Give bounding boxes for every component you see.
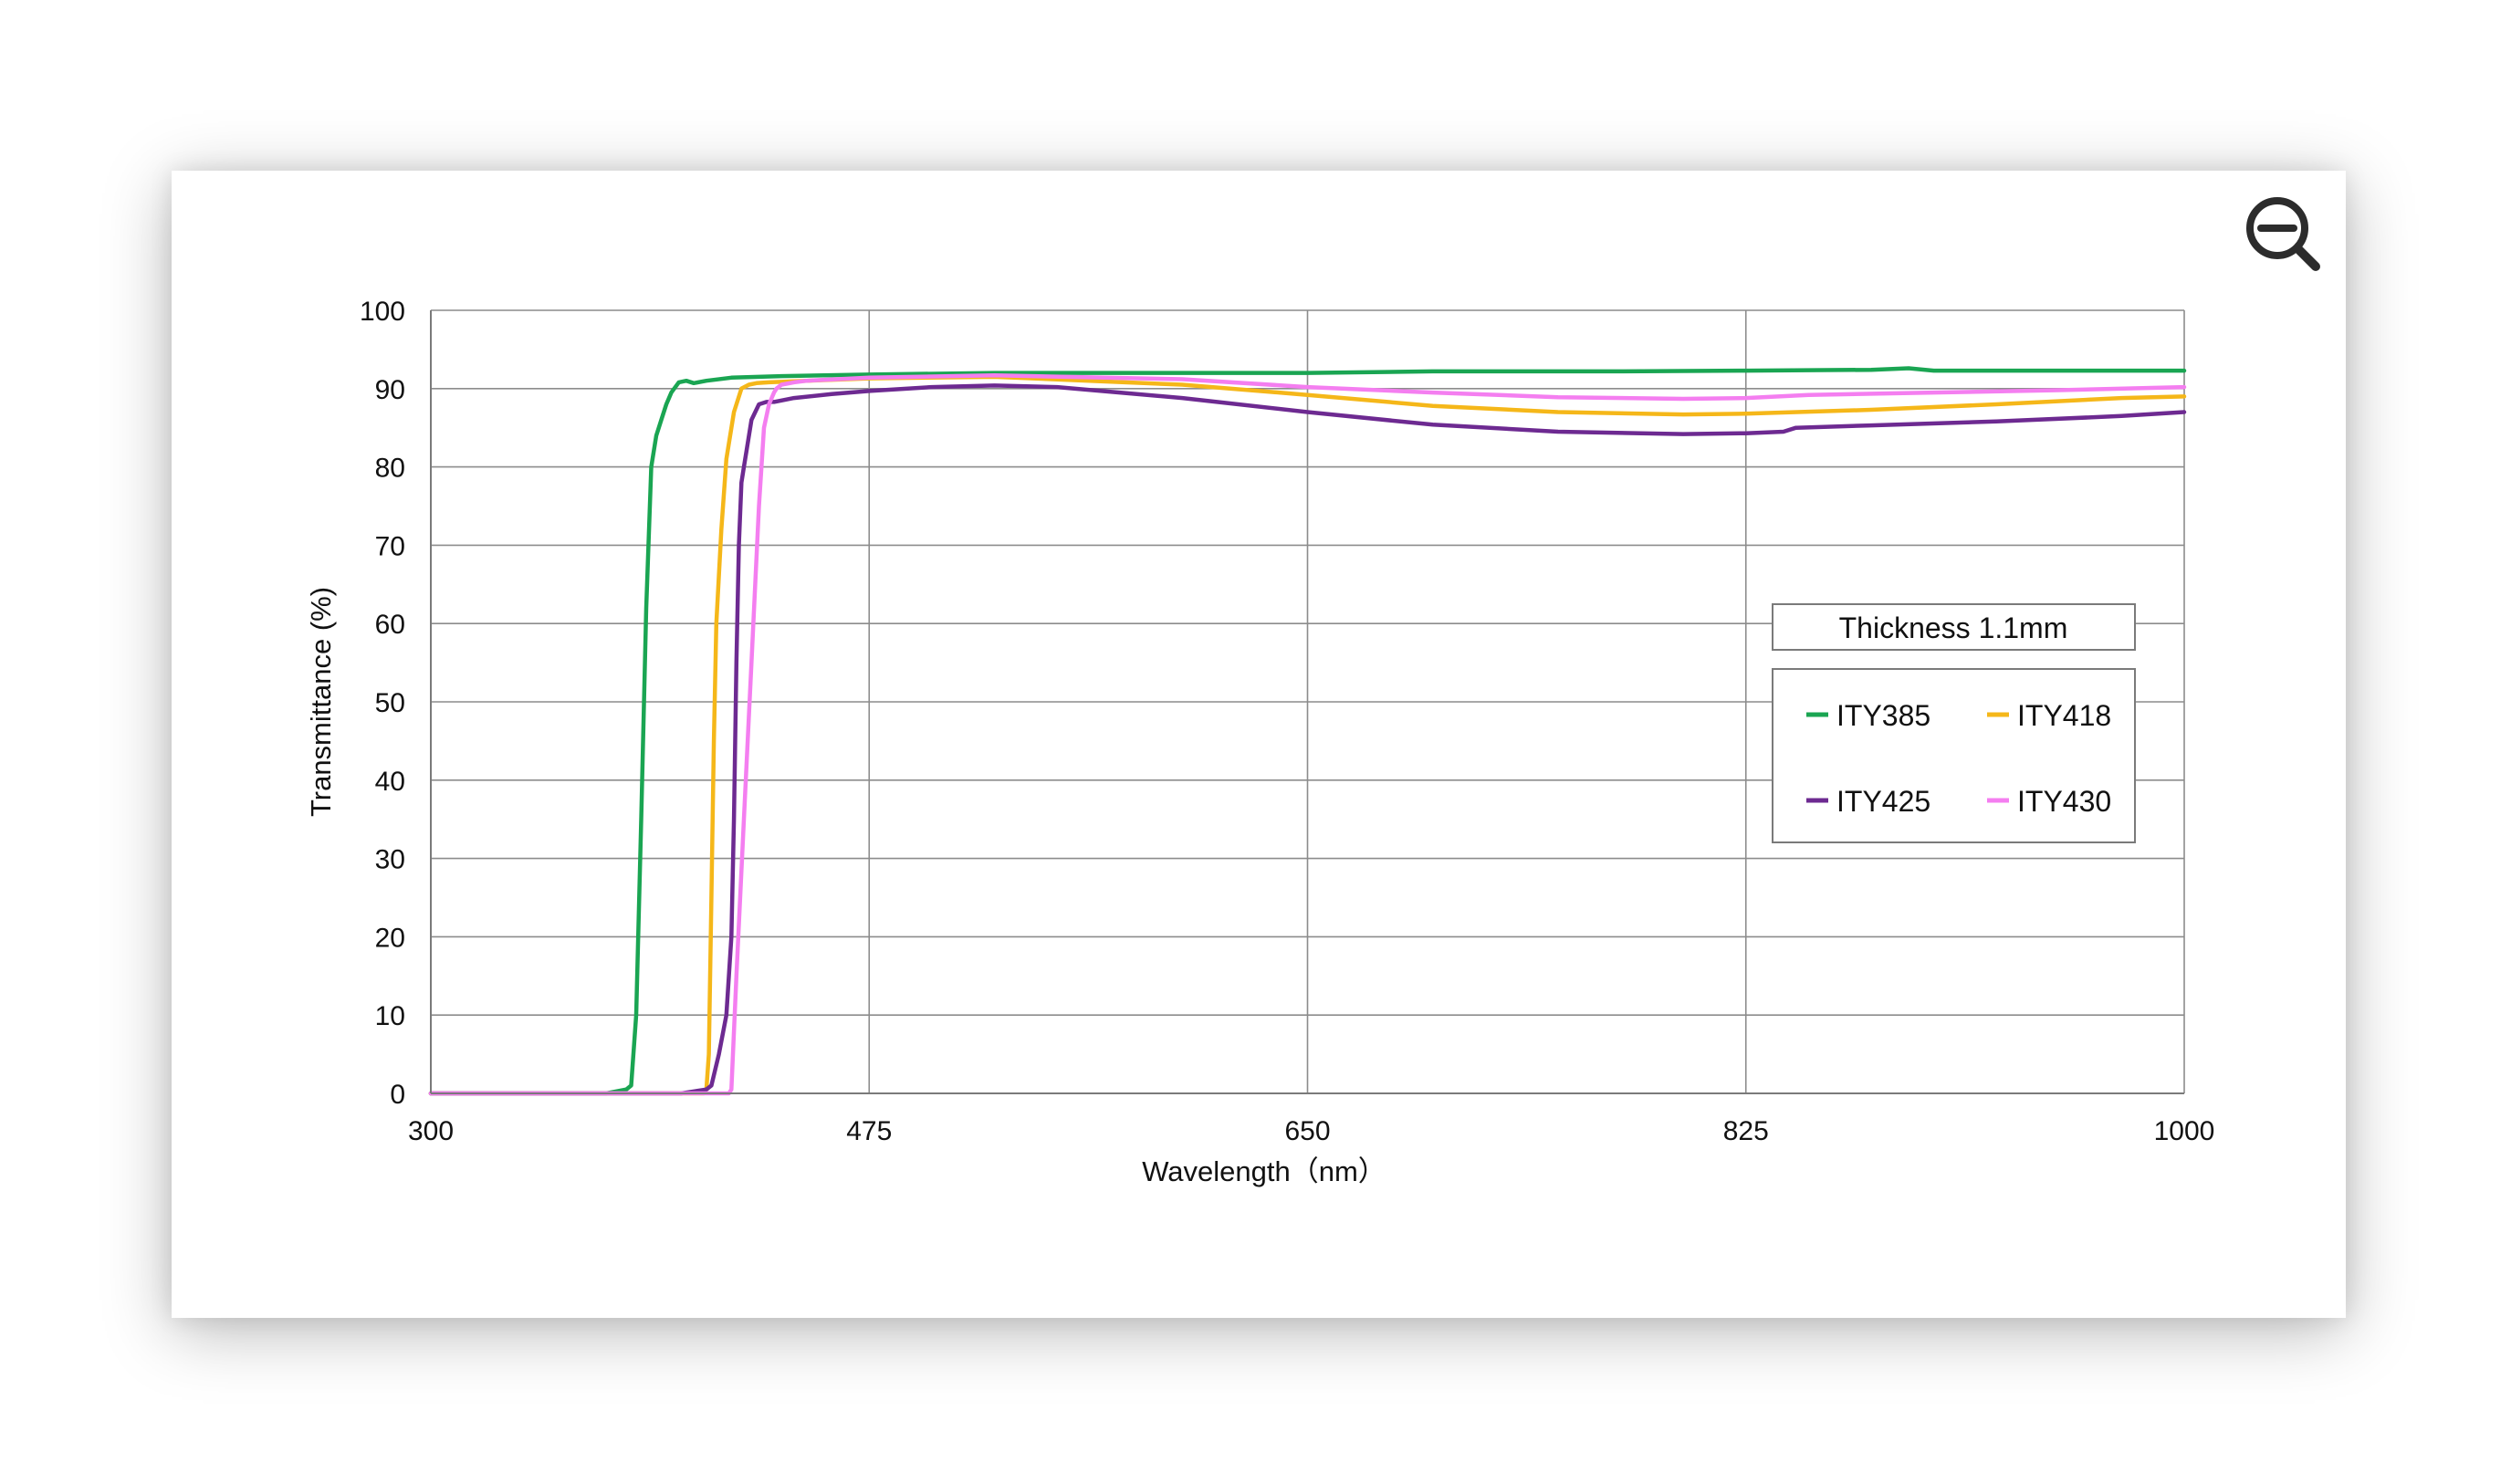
y-tick-label: 60 [375,610,405,640]
y-tick-label: 0 [390,1080,405,1110]
zoom-out-icon [2246,197,2320,271]
y-tick-label: 50 [375,688,405,718]
transmittance-chart: 0 10 20 30 40 50 60 70 80 90 100 300 475 650 825 1000 W… [305,297,2215,1187]
x-axis-title: Wavelength（nm） [1142,1155,1386,1187]
y-tick-label: 80 [375,454,405,484]
y-tick-label: 100 [360,297,405,327]
legend-label-ity425: ITY425 [1836,785,1930,818]
legend: Thickness 1.1mm ITY385 ITY418 ITY425 ITY430 [1772,603,2136,843]
x-tick-label: 300 [408,1116,454,1146]
y-tick-label: 90 [375,375,405,405]
x-tick-label: 475 [846,1116,892,1146]
y-tick-label: 10 [375,1001,405,1031]
zoom-out-button[interactable] [2243,193,2325,276]
legend-title: Thickness 1.1mm [1839,611,2068,644]
y-tick-label: 70 [375,531,405,561]
y-tick-label: 40 [375,767,405,797]
y-axis-title: Transmittance (%) [305,587,337,817]
legend-label-ity418: ITY418 [2017,699,2111,732]
y-tick-label: 20 [375,923,405,953]
x-tick-label: 650 [1284,1116,1330,1146]
y-tick-label: 30 [375,845,405,875]
legend-label-ity430: ITY430 [2017,785,2111,818]
legend-label-ity385: ITY385 [1836,699,1930,732]
x-tick-label: 825 [1723,1116,1769,1146]
x-tick-label: 1000 [2154,1116,2215,1146]
